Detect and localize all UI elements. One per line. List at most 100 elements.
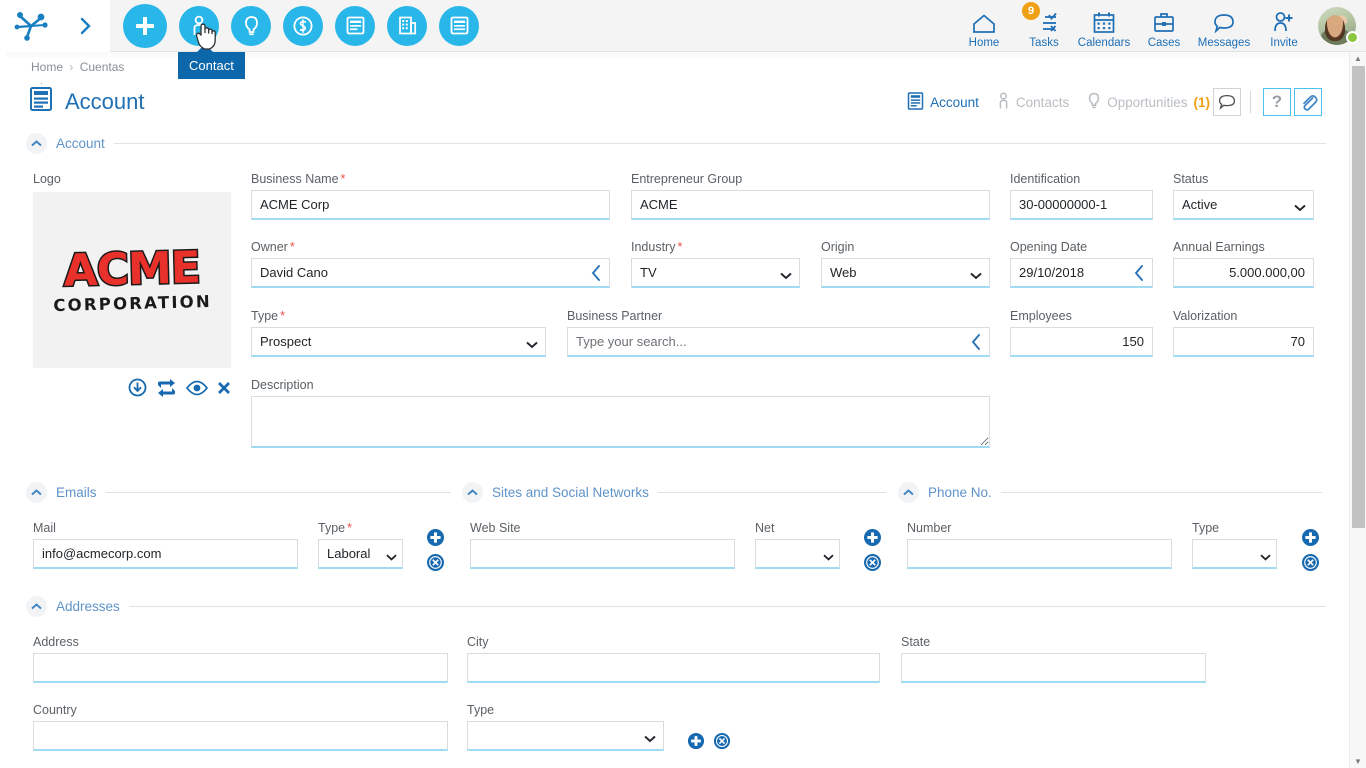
country-input[interactable] xyxy=(33,721,448,751)
acme-logo-bottom-text: CORPORATION xyxy=(53,291,213,315)
vertical-scrollbar[interactable]: ▲ ▼ xyxy=(1349,52,1366,768)
section-rule xyxy=(113,143,1326,144)
nav-item-cases[interactable]: Cases xyxy=(1134,0,1194,52)
nav-item-home[interactable]: Home xyxy=(954,0,1014,52)
replace-icon[interactable] xyxy=(156,378,177,402)
vertical-scrollbar-thumb[interactable] xyxy=(1352,66,1365,528)
label-description: Description xyxy=(251,378,314,392)
person-icon xyxy=(997,91,1010,113)
nav-item-calendars[interactable]: Calendars xyxy=(1074,0,1134,52)
remove-row-icon[interactable] xyxy=(426,553,445,577)
quick-action-opportunity[interactable] xyxy=(231,5,271,46)
owner-input[interactable] xyxy=(251,258,610,288)
nav-label-calendars: Calendars xyxy=(1077,36,1131,49)
account-form-icon xyxy=(907,91,924,113)
industry-select[interactable]: TV xyxy=(631,258,800,288)
quick-action-add[interactable] xyxy=(123,3,167,48)
attach-button[interactable] xyxy=(1294,88,1322,116)
chat-button[interactable] xyxy=(1213,88,1241,116)
nav-item-invite[interactable]: Invite xyxy=(1254,0,1314,52)
employees-input[interactable] xyxy=(1010,327,1153,357)
tab-contacts[interactable]: Contacts xyxy=(988,91,1078,113)
quick-action-bar xyxy=(123,3,479,48)
entrepreneur-group-input[interactable] xyxy=(631,190,990,220)
add-row-icon[interactable] xyxy=(426,528,445,552)
sites-row-controls xyxy=(863,528,882,577)
remove-row-icon[interactable] xyxy=(713,732,731,755)
header-tabs: Account Contacts Opportunities (1) ? xyxy=(898,88,1322,116)
quick-action-account[interactable] xyxy=(387,5,427,46)
identification-input[interactable] xyxy=(1010,190,1153,220)
field-city: City xyxy=(467,635,880,683)
email-type-select[interactable]: Laboral xyxy=(318,539,403,569)
type-select[interactable]: Prospect xyxy=(251,327,546,357)
page-title: Account xyxy=(65,88,145,114)
chevron-up-icon[interactable] xyxy=(462,482,483,503)
label-business-partner: Business Partner xyxy=(567,309,663,323)
avatar[interactable] xyxy=(1314,0,1360,52)
chevron-up-icon[interactable] xyxy=(26,482,47,503)
sidebar-expand-button[interactable] xyxy=(62,0,110,52)
app-logo[interactable] xyxy=(0,0,62,52)
section-header-sites[interactable]: Sites and Social Networks xyxy=(462,482,886,503)
mail-input[interactable] xyxy=(33,539,298,569)
page-title-row: Account xyxy=(28,86,145,117)
breadcrumb-current[interactable]: Cuentas xyxy=(80,60,125,74)
web-site-input[interactable] xyxy=(470,539,735,569)
phone-type-select[interactable] xyxy=(1192,539,1277,569)
section-header-phone[interactable]: Phone No. xyxy=(898,482,1322,503)
lookup-arrow-icon[interactable] xyxy=(589,264,603,287)
chevron-up-icon[interactable] xyxy=(898,482,919,503)
tab-opportunities[interactable]: Opportunities (1) xyxy=(1078,92,1210,113)
account-form-icon xyxy=(28,86,54,117)
field-country: Country xyxy=(33,703,448,751)
scroll-up-arrow-icon[interactable]: ▲ xyxy=(1354,54,1362,63)
field-net: Net xyxy=(755,521,840,569)
nav-item-messages[interactable]: Messages xyxy=(1194,0,1254,52)
nav-label-tasks: Tasks xyxy=(1029,36,1059,49)
quick-action-sale[interactable] xyxy=(283,5,323,46)
quick-action-note[interactable] xyxy=(335,5,375,46)
lookup-arrow-icon[interactable] xyxy=(969,333,983,356)
lookup-arrow-icon[interactable] xyxy=(1132,264,1146,287)
origin-select[interactable]: Web xyxy=(821,258,990,288)
nav-item-tasks[interactable]: 9 Tasks xyxy=(1014,0,1074,52)
business-name-input[interactable] xyxy=(251,190,610,220)
required-marker: * xyxy=(280,309,285,323)
remove-row-icon[interactable] xyxy=(863,553,882,577)
scroll-down-arrow-icon[interactable]: ▼ xyxy=(1354,757,1362,766)
add-row-icon[interactable] xyxy=(687,732,705,755)
net-select[interactable] xyxy=(755,539,840,569)
notes-icon xyxy=(346,16,364,35)
chevron-up-icon[interactable] xyxy=(26,596,47,617)
business-partner-input[interactable] xyxy=(567,327,990,357)
quick-action-task[interactable] xyxy=(439,5,479,46)
chevron-up-icon[interactable] xyxy=(26,133,47,154)
status-select[interactable]: Active xyxy=(1173,190,1314,220)
tab-account[interactable]: Account xyxy=(898,91,988,113)
section-header-emails[interactable]: Emails xyxy=(26,482,451,503)
valorization-input[interactable] xyxy=(1173,327,1314,357)
breadcrumb-home[interactable]: Home xyxy=(31,60,63,74)
city-input[interactable] xyxy=(467,653,880,683)
download-icon[interactable] xyxy=(128,378,147,402)
phone-number-input[interactable] xyxy=(907,539,1172,569)
annual-earnings-input[interactable] xyxy=(1173,258,1314,288)
preview-eye-icon[interactable] xyxy=(185,380,209,401)
field-email-type: Type * Laboral xyxy=(318,521,403,569)
nav-label-home: Home xyxy=(968,36,1000,49)
help-button[interactable]: ? xyxy=(1263,88,1291,116)
label-opening-date: Opening Date xyxy=(1010,240,1088,254)
add-row-icon[interactable] xyxy=(1301,528,1320,552)
add-row-icon[interactable] xyxy=(863,528,882,552)
remove-row-icon[interactable] xyxy=(1301,553,1320,577)
section-header-addresses[interactable]: Addresses xyxy=(26,596,1326,617)
logo-image-box[interactable]: ACME CORPORATION xyxy=(33,192,231,368)
address-type-select[interactable] xyxy=(467,721,664,751)
remove-x-icon[interactable] xyxy=(217,381,231,400)
address-input[interactable] xyxy=(33,653,448,683)
section-header-account[interactable]: Account xyxy=(26,133,1326,154)
state-input[interactable] xyxy=(901,653,1206,683)
description-textarea[interactable] xyxy=(251,396,990,448)
section-label-addresses: Addresses xyxy=(56,599,120,614)
